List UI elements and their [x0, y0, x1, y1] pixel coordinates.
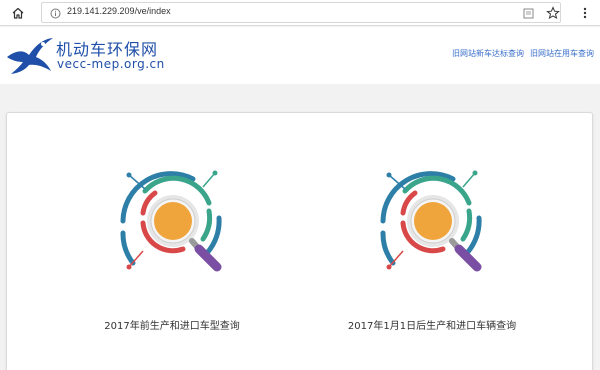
- query-label-pre-2017[interactable]: 2017年前生产和进口车型查询: [77, 317, 267, 332]
- more-button[interactable]: [577, 4, 593, 22]
- favorite-button[interactable]: [545, 5, 561, 21]
- browser-toolbar: 219.141.229.209/ve/index: [0, 0, 600, 26]
- query-option-pre-2017[interactable]: 2017年前生产和进口车型查询: [77, 163, 267, 332]
- magnifier-icon[interactable]: [107, 163, 237, 281]
- reader-mode-icon: [523, 8, 533, 18]
- more-icon: [583, 7, 587, 19]
- nav-link-old-in-use-vehicle[interactable]: 旧网站在用车查询: [530, 48, 594, 59]
- info-icon: [50, 8, 60, 18]
- nav-link-old-new-vehicle[interactable]: 旧网站新车达标查询: [452, 48, 524, 59]
- query-option-post-2017[interactable]: 2017年1月1日后生产和进口车辆查询: [337, 163, 527, 332]
- site-domain: vecc-mep.org.cn: [57, 57, 165, 71]
- address-url[interactable]: 219.141.229.209/ve/index: [67, 6, 171, 16]
- home-icon: [12, 7, 24, 19]
- reader-mode-button[interactable]: [522, 7, 534, 19]
- star-icon: [546, 6, 560, 20]
- site-header: 机动车环保网 vecc-mep.org.cn 旧网站新车达标查询 旧网站在用车查…: [0, 27, 600, 84]
- query-label-post-2017[interactable]: 2017年1月1日后生产和进口车辆查询: [337, 317, 527, 332]
- site-info-button[interactable]: [49, 7, 61, 19]
- query-card: 2017年前生产和进口车型查询 2017年1月1日后生产和进口车辆查询: [6, 112, 593, 370]
- logo-icon[interactable]: [5, 35, 57, 77]
- address-bar[interactable]: 219.141.229.209/ve/index: [41, 2, 561, 23]
- magnifier-icon[interactable]: [367, 163, 497, 281]
- home-button[interactable]: [9, 4, 27, 22]
